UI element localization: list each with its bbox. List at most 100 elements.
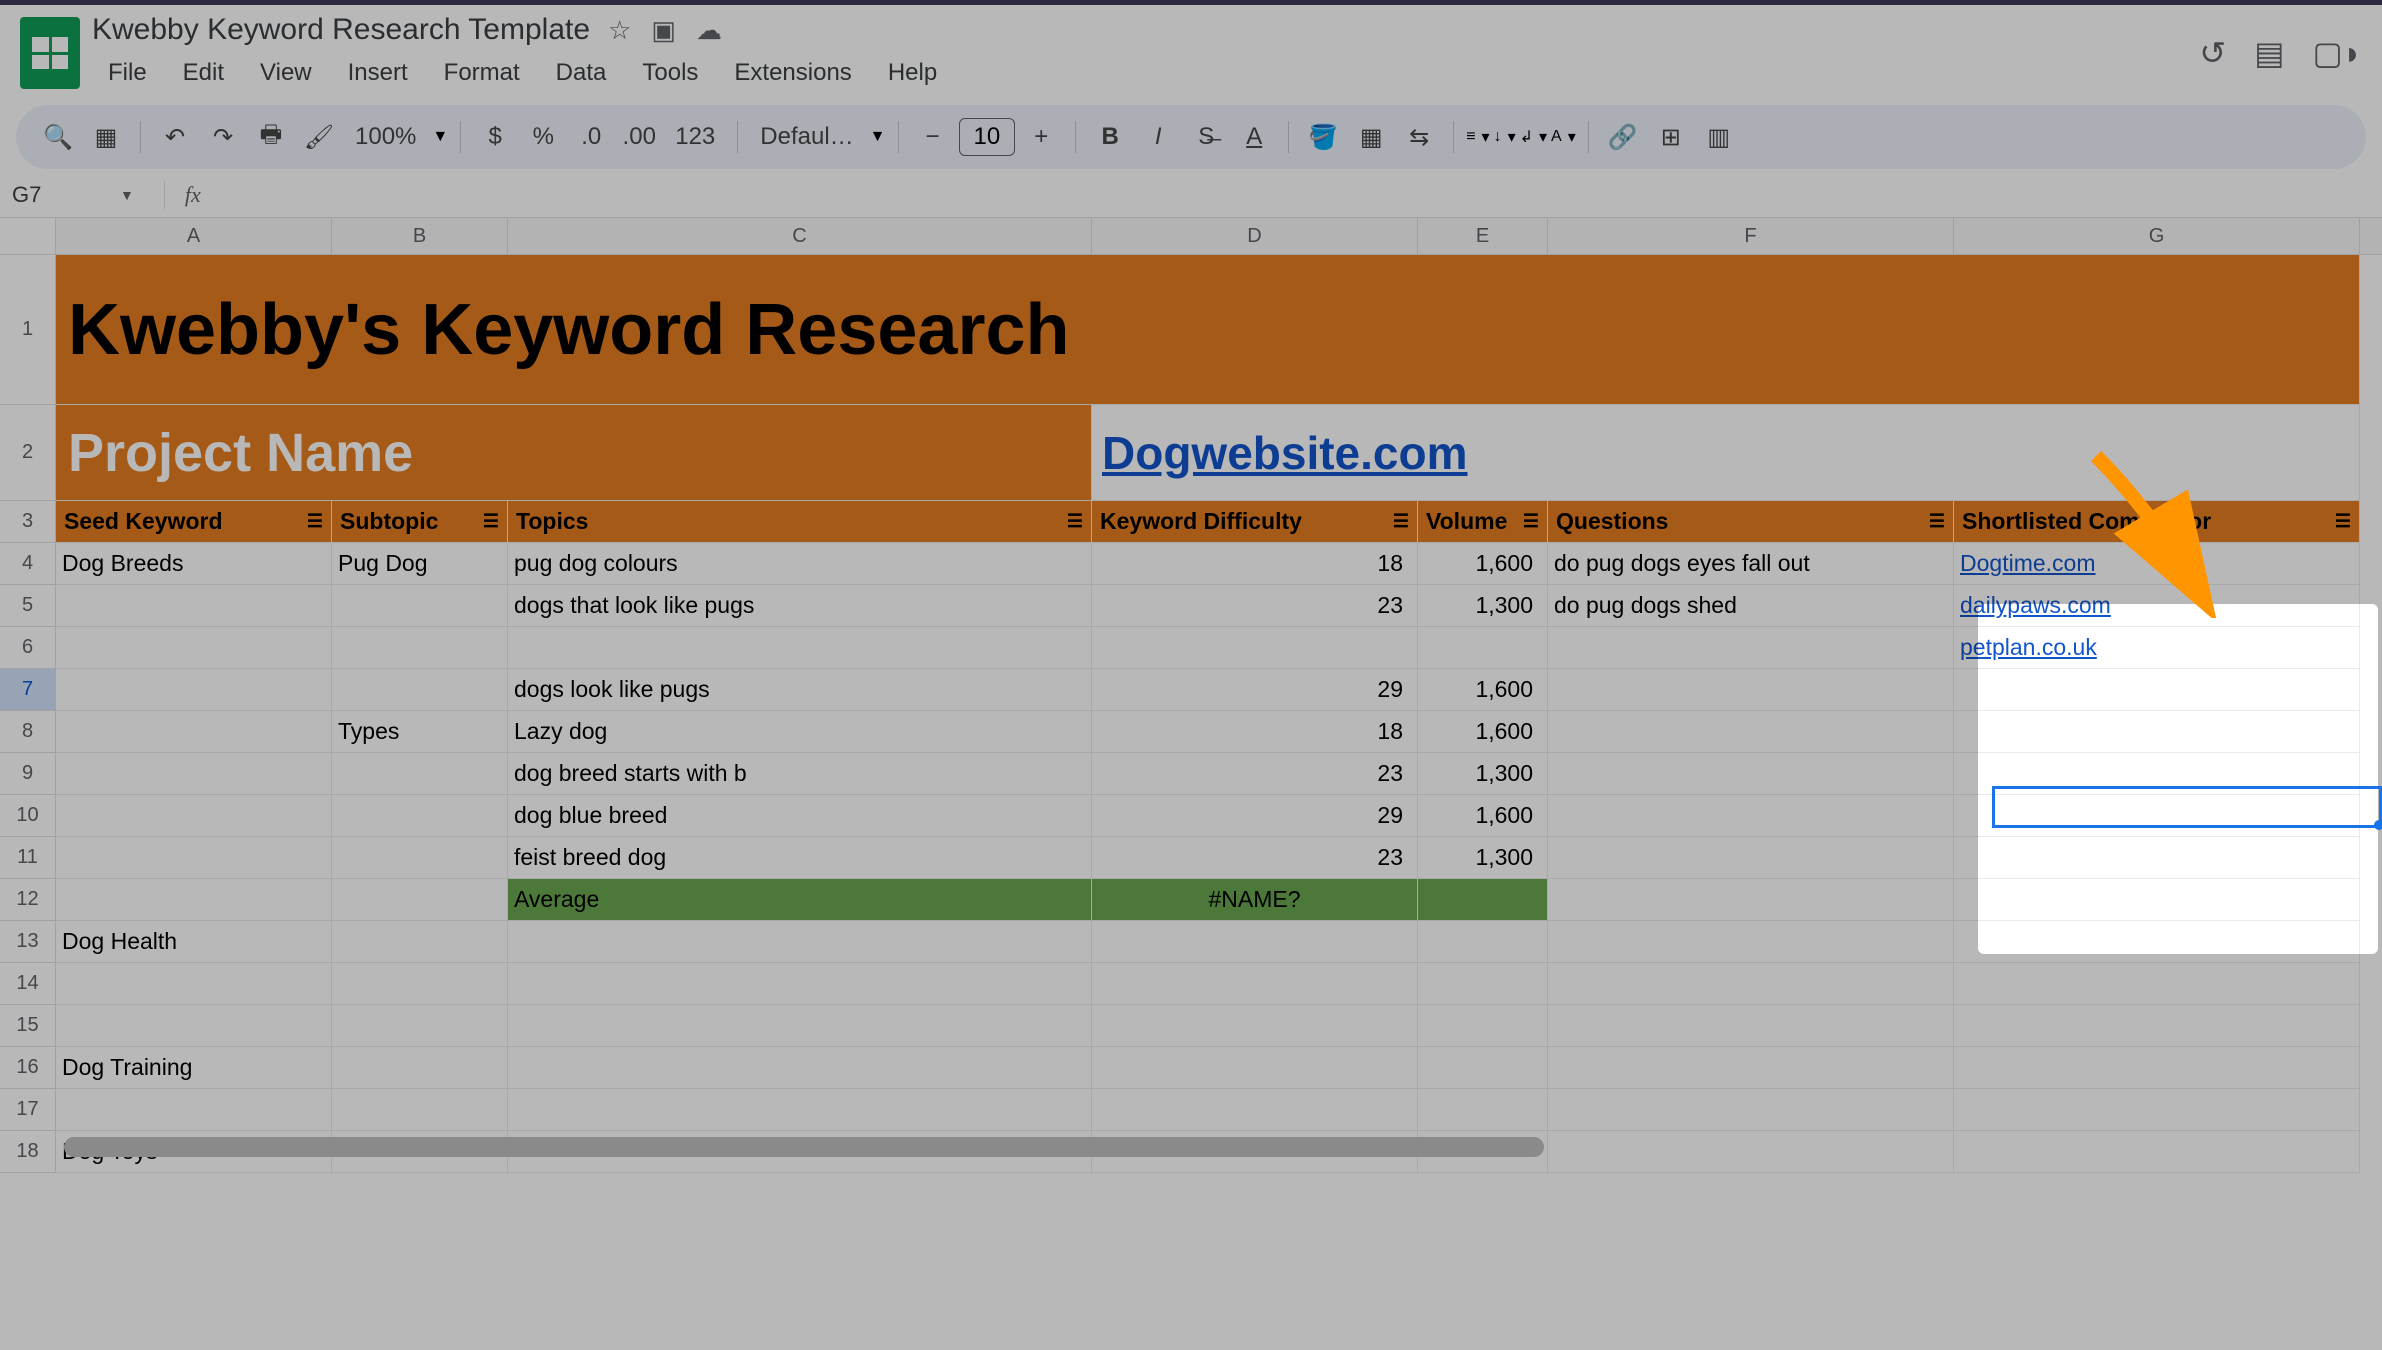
filter-icon[interactable]: ☰ — [307, 511, 323, 532]
cell[interactable]: Dogtime.com — [1954, 543, 2360, 585]
cell[interactable] — [508, 921, 1092, 963]
currency-icon[interactable]: $ — [473, 115, 517, 159]
row-header[interactable]: 7 — [0, 669, 56, 711]
cell[interactable] — [1418, 627, 1548, 669]
horizontal-scrollbar[interactable] — [64, 1137, 1544, 1157]
cell[interactable] — [56, 1089, 332, 1131]
cell[interactable] — [508, 1089, 1092, 1131]
cell[interactable] — [56, 795, 332, 837]
cell[interactable] — [56, 711, 332, 753]
cell[interactable] — [1092, 1089, 1418, 1131]
cell[interactable] — [1954, 837, 2360, 879]
cell[interactable] — [332, 1047, 508, 1089]
filter-icon[interactable]: ☰ — [2335, 511, 2351, 532]
col-header[interactable]: D — [1092, 218, 1418, 254]
percent-icon[interactable]: % — [521, 115, 565, 159]
cell[interactable] — [1954, 753, 2360, 795]
cell[interactable] — [1418, 921, 1548, 963]
cell[interactable] — [56, 963, 332, 1005]
link-icon[interactable]: 🔗 — [1601, 115, 1645, 159]
grid-icon[interactable]: ▦ — [84, 115, 128, 159]
cell[interactable]: Dog Health — [56, 921, 332, 963]
column-header-cell[interactable]: Shortlisted Competitor☰ — [1954, 501, 2360, 543]
row-header[interactable]: 6 — [0, 627, 56, 669]
col-header[interactable]: C — [508, 218, 1092, 254]
cell[interactable] — [332, 837, 508, 879]
cell[interactable]: 29 — [1092, 669, 1418, 711]
cell[interactable]: 1,600 — [1418, 711, 1548, 753]
meet-icon[interactable]: ▢◗ — [2312, 34, 2362, 72]
col-header[interactable]: B — [332, 218, 508, 254]
cell[interactable] — [508, 1047, 1092, 1089]
increase-font-icon[interactable]: + — [1019, 115, 1063, 159]
cloud-icon[interactable]: ☁ — [696, 15, 722, 46]
row-header[interactable]: 16 — [0, 1047, 56, 1089]
column-header-cell[interactable]: Keyword Difficulty☰ — [1092, 501, 1418, 543]
column-header-cell[interactable]: Seed Keyword☰ — [56, 501, 332, 543]
row-header[interactable]: 13 — [0, 921, 56, 963]
row-header[interactable]: 12 — [0, 879, 56, 921]
cell[interactable] — [1954, 669, 2360, 711]
cell[interactable]: 18 — [1092, 711, 1418, 753]
sheet-title[interactable]: Kwebby's Keyword Research — [56, 255, 2360, 405]
cell[interactable] — [1548, 795, 1954, 837]
col-header[interactable]: E — [1418, 218, 1548, 254]
cell[interactable]: petplan.co.uk — [1954, 627, 2360, 669]
cell[interactable] — [508, 963, 1092, 1005]
cell[interactable] — [56, 879, 332, 921]
col-header[interactable]: F — [1548, 218, 1954, 254]
row-header[interactable]: 2 — [0, 405, 56, 501]
cell[interactable]: 23 — [1092, 837, 1418, 879]
decrease-decimal-icon[interactable]: .0 — [569, 115, 613, 159]
move-icon[interactable]: ▣ — [651, 15, 676, 46]
select-all-corner[interactable] — [0, 218, 56, 254]
menu-help[interactable]: Help — [872, 53, 953, 93]
zoom-dropdown[interactable]: 100%▼ — [345, 123, 448, 151]
cell[interactable] — [1548, 1047, 1954, 1089]
cell[interactable]: 1,300 — [1418, 753, 1548, 795]
row-header[interactable]: 18 — [0, 1131, 56, 1173]
project-value[interactable]: Dogwebsite.com — [1092, 405, 2360, 501]
cell[interactable]: Pug Dog — [332, 543, 508, 585]
text-color-icon[interactable]: A — [1232, 115, 1276, 159]
fill-color-icon[interactable]: 🪣 — [1301, 115, 1345, 159]
row-header[interactable]: 4 — [0, 543, 56, 585]
cell[interactable]: 23 — [1092, 753, 1418, 795]
cell[interactable] — [56, 627, 332, 669]
cell[interactable] — [1548, 1131, 1954, 1173]
cell[interactable] — [1954, 711, 2360, 753]
menu-file[interactable]: File — [92, 53, 163, 93]
italic-icon[interactable]: I — [1136, 115, 1180, 159]
menu-data[interactable]: Data — [540, 53, 623, 93]
cell[interactable] — [332, 963, 508, 1005]
print-icon[interactable]: 🖶 — [249, 115, 293, 159]
filter-icon[interactable]: ☰ — [1929, 511, 1945, 532]
cell[interactable]: dailypaws.com — [1954, 585, 2360, 627]
cell[interactable]: Lazy dog — [508, 711, 1092, 753]
redo-icon[interactable]: ↷ — [201, 115, 245, 159]
doc-title[interactable]: Kwebby Keyword Research Template — [92, 13, 590, 47]
cell[interactable] — [332, 669, 508, 711]
halign-dropdown[interactable]: ≡▾ — [1466, 127, 1489, 147]
cell[interactable]: 1,600 — [1418, 543, 1548, 585]
cell[interactable]: 29 — [1092, 795, 1418, 837]
cell[interactable] — [1954, 795, 2360, 837]
column-header-cell[interactable]: Questions☰ — [1548, 501, 1954, 543]
cell[interactable] — [1092, 963, 1418, 1005]
search-icon[interactable]: 🔍 — [36, 115, 80, 159]
filter-icon[interactable]: ☰ — [1067, 511, 1083, 532]
font-dropdown[interactable]: Defaul…▼ — [750, 123, 885, 151]
row-header[interactable]: 11 — [0, 837, 56, 879]
strike-icon[interactable]: S̶ — [1184, 115, 1228, 159]
number-format[interactable]: 123 — [665, 123, 725, 151]
cell[interactable] — [56, 837, 332, 879]
cell[interactable] — [56, 669, 332, 711]
cell[interactable]: Dog Training — [56, 1047, 332, 1089]
name-box-dropdown[interactable]: ▼ — [120, 187, 134, 203]
cell[interactable] — [508, 627, 1092, 669]
cell[interactable]: Dog Breeds — [56, 543, 332, 585]
valign-dropdown[interactable]: ↓▾ — [1494, 127, 1516, 147]
cell[interactable] — [332, 921, 508, 963]
cell[interactable] — [1548, 669, 1954, 711]
cell[interactable] — [56, 585, 332, 627]
